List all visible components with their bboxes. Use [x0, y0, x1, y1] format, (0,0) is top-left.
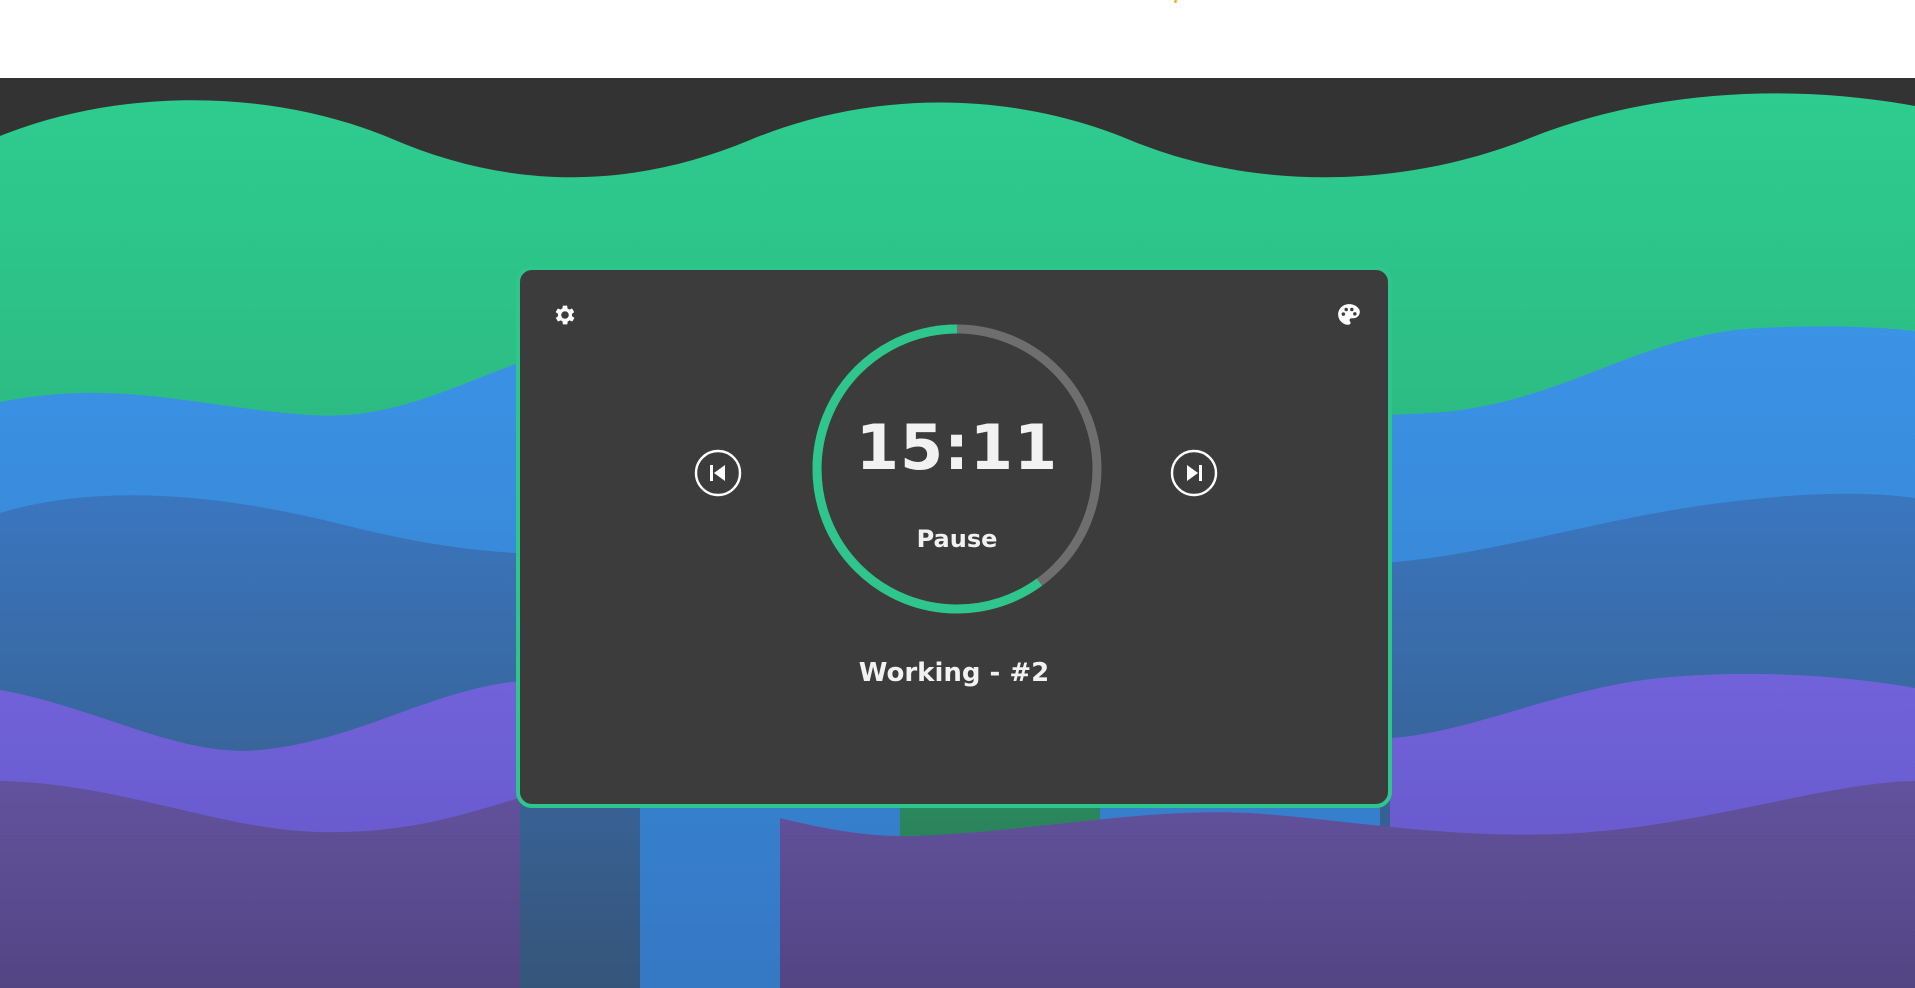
previous-session-button[interactable] — [694, 449, 742, 497]
timer-card: 15:11 Pause Working - #2 — [516, 266, 1392, 808]
session-label: Working - #2 — [858, 658, 1050, 688]
palette-icon — [1338, 304, 1360, 325]
settings-button[interactable] — [550, 300, 580, 330]
skip-next-icon — [1170, 449, 1218, 497]
timer-display: 15:11 — [855, 411, 1059, 484]
pause-button[interactable]: Pause — [907, 521, 1007, 557]
skip-previous-icon — [694, 449, 742, 497]
timer-ring: 15:11 Pause — [811, 323, 1103, 615]
theme-button[interactable] — [1334, 300, 1364, 330]
top-indicator-dot — [1174, 0, 1177, 3]
top-bar — [0, 0, 1915, 79]
gear-icon — [555, 305, 575, 325]
background-scene: 15:11 Pause Working - #2 — [0, 78, 1915, 988]
next-session-button[interactable] — [1170, 449, 1218, 497]
